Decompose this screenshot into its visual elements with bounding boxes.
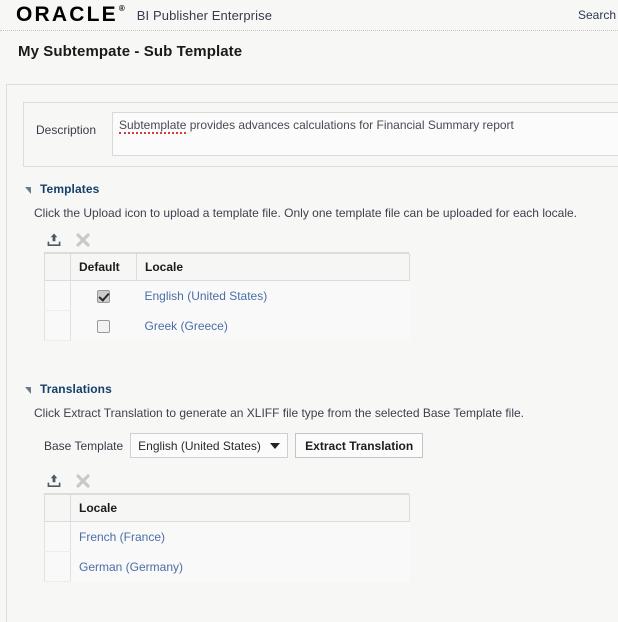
base-template-label: Base Template bbox=[44, 438, 124, 453]
table-row[interactable]: English (United States) bbox=[44, 280, 410, 311]
locale-link[interactable]: English (United States) bbox=[145, 289, 268, 303]
templates-toolbar bbox=[44, 229, 409, 253]
row-select-cell[interactable] bbox=[44, 521, 71, 552]
translations-section-hint: Click Extract Translation to generate an… bbox=[34, 406, 525, 420]
global-header: ORACLE® BI Publisher Enterprise Search bbox=[0, 0, 618, 31]
translations-section: Translations Click Extract Translation t… bbox=[7, 381, 524, 582]
registered-mark-icon: ® bbox=[118, 3, 125, 13]
base-template-selected-value: English (United States) bbox=[138, 438, 261, 453]
table-row[interactable]: German (Germany) bbox=[44, 551, 410, 582]
locale-cell: English (United States) bbox=[136, 280, 410, 311]
templates-section: Templates Click the Upload icon to uploa… bbox=[7, 181, 577, 341]
translations-table-header-row: Locale bbox=[44, 494, 410, 522]
description-misspelled-word: Subtemplate bbox=[119, 118, 187, 134]
locale-link[interactable]: Greek (Greece) bbox=[145, 319, 228, 333]
templates-section-header[interactable]: Templates bbox=[7, 181, 577, 197]
delete-icon[interactable] bbox=[73, 471, 92, 490]
page-title: My Subtempate - Sub Template bbox=[18, 42, 243, 60]
extract-translation-button[interactable]: Extract Translation bbox=[295, 433, 424, 458]
oracle-logo-text: ORACLE bbox=[16, 2, 118, 26]
translations-section-title: Translations bbox=[40, 382, 112, 396]
row-select-cell[interactable] bbox=[44, 280, 71, 311]
chevron-down-icon bbox=[270, 442, 281, 449]
table-row[interactable]: French (France) bbox=[44, 521, 410, 552]
translations-table: Locale French (France) German (Germany) bbox=[44, 494, 410, 582]
description-card: Description Subtemplate provides advance… bbox=[23, 102, 618, 167]
search-link[interactable]: Search bbox=[578, 8, 618, 22]
locale-link[interactable]: French (France) bbox=[79, 530, 165, 544]
disclosure-triangle-icon[interactable] bbox=[25, 186, 31, 194]
upload-icon[interactable] bbox=[44, 230, 63, 249]
templates-section-hint: Click the Upload icon to upload a templa… bbox=[34, 206, 577, 220]
templates-table: Default Locale English (United States) G… bbox=[44, 253, 410, 341]
page-title-band: My Subtempate - Sub Template bbox=[0, 31, 618, 71]
templates-col-select bbox=[44, 253, 71, 281]
row-select-cell[interactable] bbox=[44, 310, 71, 341]
default-cell[interactable] bbox=[70, 280, 137, 311]
row-select-cell[interactable] bbox=[44, 551, 71, 582]
templates-col-locale: Locale bbox=[136, 253, 410, 281]
default-cell[interactable] bbox=[70, 310, 137, 341]
templates-col-default: Default bbox=[70, 253, 137, 281]
locale-cell: French (France) bbox=[70, 521, 410, 552]
app-name: BI Publisher Enterprise bbox=[136, 7, 273, 23]
translations-section-header[interactable]: Translations bbox=[7, 381, 524, 397]
base-template-row: Base Template English (United States) Ex… bbox=[44, 433, 524, 458]
locale-cell: Greek (Greece) bbox=[136, 310, 410, 341]
content-panel: Description Subtemplate provides advance… bbox=[6, 84, 618, 622]
oracle-logo[interactable]: ORACLE® bbox=[16, 2, 125, 26]
default-checkbox[interactable] bbox=[97, 319, 111, 333]
locale-link[interactable]: German (Germany) bbox=[79, 560, 183, 574]
base-template-select[interactable]: English (United States) bbox=[130, 433, 289, 458]
templates-section-title: Templates bbox=[40, 182, 100, 196]
default-checkbox[interactable] bbox=[97, 289, 111, 303]
table-row[interactable]: Greek (Greece) bbox=[44, 310, 410, 341]
translations-col-locale: Locale bbox=[70, 494, 410, 522]
description-text-rest: provides advances calculations for Finan… bbox=[186, 118, 514, 132]
description-input[interactable]: Subtemplate provides advances calculatio… bbox=[112, 112, 618, 156]
disclosure-triangle-icon[interactable] bbox=[25, 386, 31, 394]
translations-col-select bbox=[44, 494, 71, 522]
translations-toolbar bbox=[44, 470, 409, 494]
templates-table-header-row: Default Locale bbox=[44, 253, 410, 281]
upload-icon[interactable] bbox=[44, 471, 63, 490]
locale-cell: German (Germany) bbox=[70, 551, 410, 582]
delete-icon[interactable] bbox=[73, 230, 92, 249]
description-label: Description bbox=[36, 123, 97, 137]
